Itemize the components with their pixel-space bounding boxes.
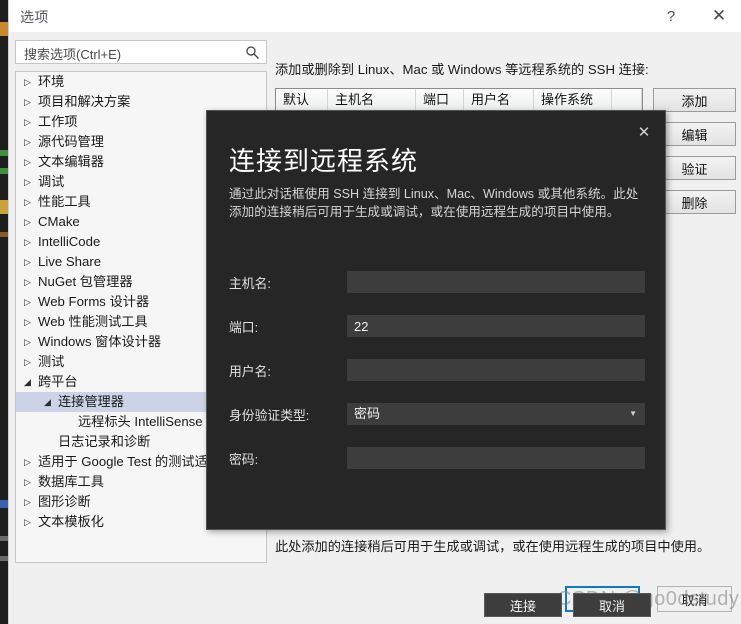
tree-item-label: Web 性能测试工具 xyxy=(38,314,148,329)
screen-root: 选项 ? ✕ 环境项目和解决方案工作项源代码管理文本编辑器调试性能工具 CMake… xyxy=(0,0,741,624)
chevron-right-icon[interactable] xyxy=(24,272,36,292)
window-titlebar: 选项 ? ✕ xyxy=(9,0,741,32)
username-field[interactable] xyxy=(347,359,645,381)
sliver-mark xyxy=(0,22,8,36)
port-field-row: 端口: xyxy=(229,315,645,337)
sliver-mark xyxy=(0,500,8,508)
search-icon xyxy=(246,46,259,59)
tree-item-label: 项目和解决方案 xyxy=(38,94,131,109)
tree-item-label: Windows 窗体设计器 xyxy=(38,334,162,349)
search-box[interactable] xyxy=(15,40,267,64)
window-title: 选项 xyxy=(20,9,49,25)
help-button[interactable]: ? xyxy=(648,0,694,32)
sliver-mark xyxy=(0,200,8,214)
password-field[interactable] xyxy=(347,447,645,469)
tree-item-label: 测试 xyxy=(38,354,65,369)
tree-item-label: 源代码管理 xyxy=(38,134,104,149)
password-field-row: 密码: xyxy=(229,447,645,469)
grid-column-header[interactable] xyxy=(612,89,642,111)
sliver-mark xyxy=(0,536,8,541)
sliver-mark xyxy=(0,168,8,174)
dialog-connect-button[interactable]: 连接 xyxy=(484,593,562,617)
tree-item-label: 连接管理器 xyxy=(58,394,124,409)
hostname-field-label: 主机名: xyxy=(229,276,271,291)
chevron-right-icon[interactable] xyxy=(24,312,36,332)
tree-item-label: NuGet 包管理器 xyxy=(38,274,133,289)
tree-item-label: 工作项 xyxy=(38,114,78,129)
port-field[interactable] xyxy=(347,315,645,337)
port-field-label: 端口: xyxy=(229,320,259,335)
password-field-label: 密码: xyxy=(229,452,259,467)
search-input[interactable] xyxy=(22,44,242,64)
grid-header-row: 默认 主机名 端口 用户名 操作系统 xyxy=(276,89,642,112)
sliver-mark xyxy=(0,150,8,156)
tree-item-label: Live Share xyxy=(38,254,102,269)
chevron-right-icon[interactable] xyxy=(24,492,36,512)
tree-item-label: 数据库工具 xyxy=(38,474,104,489)
dialog-close-icon[interactable]: ✕ xyxy=(633,121,655,143)
grid-column-header[interactable]: 用户名 xyxy=(464,89,534,111)
chevron-right-icon[interactable] xyxy=(24,452,36,472)
auth-type-select-value: 密码 xyxy=(354,406,381,421)
grid-column-header[interactable]: 操作系统 xyxy=(534,89,612,111)
connect-remote-system-dialog: ✕ 连接到远程系统 通过此对话框使用 SSH 连接到 Linux、Mac、Win… xyxy=(206,110,666,617)
chevron-down-icon[interactable]: ▼ xyxy=(629,403,637,425)
chevron-right-icon[interactable] xyxy=(24,232,36,252)
chevron-right-icon[interactable] xyxy=(24,192,36,212)
tree-item-label: 适用于 Google Test 的测试适配 xyxy=(38,454,221,469)
chevron-right-icon[interactable] xyxy=(24,172,36,192)
chevron-right-icon[interactable] xyxy=(24,472,36,492)
chevron-right-icon[interactable] xyxy=(24,212,36,232)
chevron-down-icon[interactable] xyxy=(24,372,36,392)
tree-item-label: CMake xyxy=(38,214,80,229)
username-field-label: 用户名: xyxy=(229,364,271,379)
username-field-row: 用户名: xyxy=(229,359,645,381)
tree-item-label: 图形诊断 xyxy=(38,494,91,509)
chevron-right-icon[interactable] xyxy=(24,72,36,92)
add-connection-button[interactable]: 添加 xyxy=(653,88,736,112)
pane-footer-note: 此处添加的连接稍后可用于生成或调试，或在使用远程生成的项目中使用。 xyxy=(275,539,711,554)
sliver-mark xyxy=(0,556,8,561)
tree-item-label: Web Forms 设计器 xyxy=(38,294,150,309)
dialog-title: 连接到远程系统 xyxy=(229,146,419,176)
tree-item-label: 调试 xyxy=(38,174,65,189)
chevron-right-icon[interactable] xyxy=(24,512,36,532)
auth-type-select[interactable]: 密码 ▼ xyxy=(347,403,645,425)
cancel-button[interactable]: 取消 xyxy=(657,586,732,612)
chevron-right-icon[interactable] xyxy=(24,352,36,372)
dialog-description: 通过此对话框使用 SSH 连接到 Linux、Mac、Windows 或其他系统… xyxy=(229,187,639,219)
chevron-right-icon[interactable] xyxy=(24,92,36,112)
tree-item-label: 远程标头 IntelliSense 管 xyxy=(78,414,220,429)
dialog-cancel-button[interactable]: 取消 xyxy=(573,593,651,617)
tree-item-label: 跨平台 xyxy=(38,374,78,389)
pane-description: 添加或删除到 Linux、Mac 或 Windows 等远程系统的 SSH 连接… xyxy=(275,62,649,77)
auth-type-select-label: 身份验证类型: xyxy=(229,408,310,423)
tree-item-label: IntelliCode xyxy=(38,234,101,249)
tree-item-label: 文本模板化 xyxy=(38,514,104,529)
hostname-field-row: 主机名: xyxy=(229,271,645,293)
grid-column-header[interactable]: 主机名 xyxy=(328,89,416,111)
grid-column-header[interactable]: 默认 xyxy=(276,89,328,111)
chevron-right-icon[interactable] xyxy=(24,332,36,352)
auth-type-select-row: 身份验证类型: 密码 ▼ xyxy=(229,403,645,425)
chevron-right-icon[interactable] xyxy=(24,252,36,272)
grid-column-header[interactable]: 端口 xyxy=(416,89,464,111)
hostname-field[interactable] xyxy=(347,271,645,293)
chevron-down-icon[interactable] xyxy=(44,392,56,412)
chevron-right-icon[interactable] xyxy=(24,112,36,132)
sliver-mark xyxy=(0,232,8,237)
tree-item-label: 文本编辑器 xyxy=(38,154,104,169)
tree-item-label: 日志记录和诊断 xyxy=(58,434,151,449)
tree-item-label: 性能工具 xyxy=(38,194,91,209)
tree-item-label: 环境 xyxy=(38,74,65,89)
chevron-right-icon[interactable] xyxy=(24,292,36,312)
tree-item[interactable]: 环境 xyxy=(16,72,266,92)
close-icon[interactable]: ✕ xyxy=(696,0,741,32)
chevron-right-icon[interactable] xyxy=(24,132,36,152)
tree-item[interactable]: 项目和解决方案 xyxy=(16,92,266,112)
chevron-right-icon[interactable] xyxy=(24,152,36,172)
background-ide-sliver xyxy=(0,0,8,624)
